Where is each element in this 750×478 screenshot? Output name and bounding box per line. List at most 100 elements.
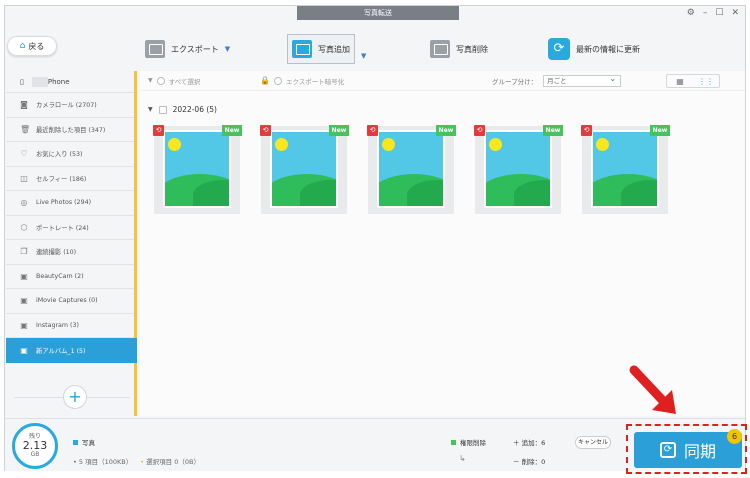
photo-image [379,132,443,206]
sync-count-badge: 6 [727,429,742,444]
sidebar-item-selfies[interactable]: ◫ セルフィー (186) [6,167,134,191]
photo-image [593,132,657,206]
export-button[interactable]: エクスポート ▼ [145,36,230,62]
gear-icon[interactable]: ⚙ [687,8,695,18]
filter-bar: ▼ すべて選択 🔒 エクスポート暗号化 グループ分け： 月ごと ▦ ⋮⋮ [140,71,745,91]
sync-icon: ⟳ [659,442,676,458]
chevron-down-icon[interactable]: ▼ [225,45,230,53]
heart-icon: ♡ [20,149,28,159]
select-all[interactable]: ▼ すべて選択 [148,76,200,86]
items-count: • 5 項目（100KB） [73,458,133,466]
device-name: Phone [47,77,70,86]
select-all-checkbox[interactable] [156,76,165,85]
window-controls: ⚙ – ☐ ✕ [687,8,739,18]
grid-small-icon[interactable]: ⋮⋮ [693,75,719,87]
album-icon: ▣ [20,320,28,330]
album-icon: ▣ [20,271,28,281]
back-label: 戻る [28,41,45,51]
sidebar-item-recently-deleted[interactable]: 🗑 最近削除した項目 (347) [6,118,134,142]
date-group-header: ▼ 2022-06 (5) [148,105,217,114]
chevron-down-icon[interactable]: ▼ [361,52,366,60]
new-badge: New [329,125,349,136]
live-icon: ◎ [20,198,28,208]
group-select[interactable]: 月ごと [543,74,622,87]
export-encrypt[interactable]: 🔒 エクスポート暗号化 [260,76,344,86]
sidebar-item-instagram[interactable]: ▣ Instagram (3) [6,314,134,338]
group-by: グループ分け： 月ごと [492,74,622,87]
export-icon [145,40,165,58]
restore-icon: ⟲ [367,125,378,136]
add-album-button[interactable]: + [63,385,87,409]
back-button[interactable]: ⌂ 戻る [7,36,57,56]
device-name-redacted [31,76,48,87]
new-badge: New [436,125,456,136]
trash-icon: 🗑 [20,124,31,134]
date-group-label: 2022-06 (5) [172,105,217,114]
encrypt-checkbox[interactable] [273,76,282,85]
photo-image [486,132,550,206]
photo-thumbnail[interactable]: ⟲ New [367,125,456,214]
album-icon: ▣ [20,345,28,355]
burst-icon: ❐ [20,247,28,257]
photo-thumbnail[interactable]: ⟲ New [153,125,242,214]
view-toggle: ▦ ⋮⋮ [666,74,720,88]
category-marker [73,439,78,445]
photo-grid: ⟲ New ⟲ New ⟲ New ⟲ New ⟲ New [153,125,670,214]
sidebar-item-label: 最近削除した項目 (347) [36,126,106,134]
return-arrow-icon: ↳ [459,454,466,463]
permission-label: 権限削除 [460,439,486,447]
sidebar-item-camera-roll[interactable]: ◙ カメラロール (2707) [6,93,134,118]
sidebar-item-label: Instagram (3) [36,321,79,329]
select-all-label: すべて選択 [168,77,201,86]
minimize-icon[interactable]: – [703,8,708,18]
sidebar-item-beautycam[interactable]: ▣ BeautyCam (2) [6,265,134,289]
sidebar-item-label: iMovie Captures (0) [36,297,98,305]
delete-photo-label: 写真削除 [456,44,488,54]
device-selector[interactable]: ▯ Phone [6,71,134,93]
date-group-checkbox[interactable] [158,105,167,114]
sidebar-item-live-photos[interactable]: ◎ Live Photos (294) [6,191,134,216]
restore-icon: ⟲ [581,125,592,136]
sidebar-item-label: ポートレート (24) [36,224,89,232]
sidebar-item-label: 新アルバム_1 (5) [36,347,86,355]
phone-icon: ▯ [20,77,24,86]
refresh-button[interactable]: ⟳ 最新の情報に更新 [548,36,640,62]
add-photo-button[interactable]: 写真追加 [287,34,355,64]
refresh-icon: ⟳ [548,38,570,60]
sidebar-item-burst[interactable]: ❐ 連続撮影 (10) [6,240,134,265]
permission-marker [451,440,456,445]
lock-icon: 🔒 [260,76,270,85]
grid-large-icon[interactable]: ▦ [667,75,693,87]
chevron-down-icon[interactable]: ▼ [148,106,153,113]
photo-thumbnail[interactable]: ⟲ New [581,125,670,214]
delete-photo-button[interactable]: 写真削除 [430,36,488,62]
restore-icon: ⟲ [260,125,271,136]
portrait-icon: ⬡ [20,222,28,232]
sidebar-item-label: カメラロール (2707) [36,102,97,110]
storage-unit: GB [30,451,40,458]
sidebar-item-label: Live Photos (294) [36,199,92,207]
photo-thumbnail[interactable]: ⟲ New [474,125,563,214]
change-summary: ＋ 追加：6 － 削除：0 [513,437,545,466]
permission-delete: 権限削除 ↳ [451,437,486,463]
cancel-button[interactable]: キャンセル [575,436,611,449]
sidebar-item-new-album[interactable]: ▣ 新アルバム_1 (5) [6,338,137,363]
camera-icon: ◙ [20,100,28,110]
sync-label: 同期 [683,442,716,461]
selected-count: • 選択項目 0（0B） [140,458,200,466]
sidebar-item-portrait[interactable]: ⬡ ポートレート (24) [6,216,134,240]
photo-thumbnail[interactable]: ⟲ New [260,125,349,214]
export-label: エクスポート [171,44,219,54]
add-photo-icon [292,40,312,58]
sync-button[interactable]: ⟳ 同期 [634,432,742,468]
new-badge: New [650,125,670,136]
maximize-icon[interactable]: ☐ [715,8,723,18]
sidebar-item-label: 連続撮影 (10) [36,249,77,257]
close-icon[interactable]: ✕ [731,8,739,18]
storage-gauge: 残り 2.13 GB [12,423,58,469]
restore-icon: ⟲ [153,125,164,136]
sidebar-item-imovie[interactable]: ▣ iMovie Captures (0) [6,289,134,314]
selfie-icon: ◫ [20,173,28,183]
sidebar-item-favorites[interactable]: ♡ お気に入り (53) [6,142,134,167]
sidebar-item-label: お気に入り (53) [36,151,83,159]
